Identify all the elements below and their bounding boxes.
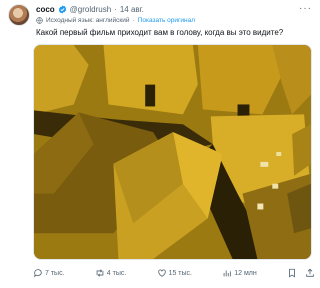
display-name[interactable]: coco	[36, 5, 55, 14]
views-icon	[223, 270, 231, 277]
avatar[interactable]	[8, 4, 30, 26]
translation-separator: ·	[132, 17, 135, 24]
reply-button[interactable]: 7 тыс.	[33, 268, 65, 278]
handle[interactable]: @groldrush	[70, 5, 111, 14]
translation-bar: Исходный язык: английский · Показать ори…	[36, 17, 195, 24]
action-bar: 7 тыс. 4 тыс. 15 тыс. 12 млн	[33, 268, 315, 278]
heart-icon	[157, 269, 166, 277]
reply-icon	[33, 269, 42, 278]
more-options-button[interactable]: ···	[299, 3, 312, 14]
header-separator: ·	[114, 5, 117, 14]
reply-count: 7 тыс.	[45, 269, 65, 277]
share-icon[interactable]	[305, 268, 315, 278]
bookmark-share-group	[287, 268, 315, 278]
aerial-rooftops-image	[34, 45, 311, 259]
tweet-image[interactable]	[33, 44, 312, 260]
show-original-link[interactable]: Показать оригинал	[138, 17, 195, 24]
views-count: 12 млн	[234, 269, 257, 277]
retweet-count: 4 тыс.	[106, 269, 127, 277]
retweet-button[interactable]: 4 тыс.	[95, 268, 127, 278]
translation-note: Исходный язык: английский	[46, 17, 130, 24]
tweet-date[interactable]: 14 авг.	[120, 5, 144, 14]
globe-icon	[36, 17, 43, 24]
retweet-icon	[96, 269, 104, 277]
tweet-text: Какой первый фильм приходит вам в голову…	[36, 28, 284, 37]
bookmark-icon[interactable]	[287, 268, 297, 278]
like-count: 15 тыс.	[168, 269, 192, 277]
verified-badge-icon	[58, 5, 66, 14]
like-button[interactable]: 15 тыс.	[157, 268, 192, 278]
views-button[interactable]: 12 млн	[222, 268, 257, 278]
tweet-header: coco @groldrush · 14 авг.	[36, 5, 144, 14]
